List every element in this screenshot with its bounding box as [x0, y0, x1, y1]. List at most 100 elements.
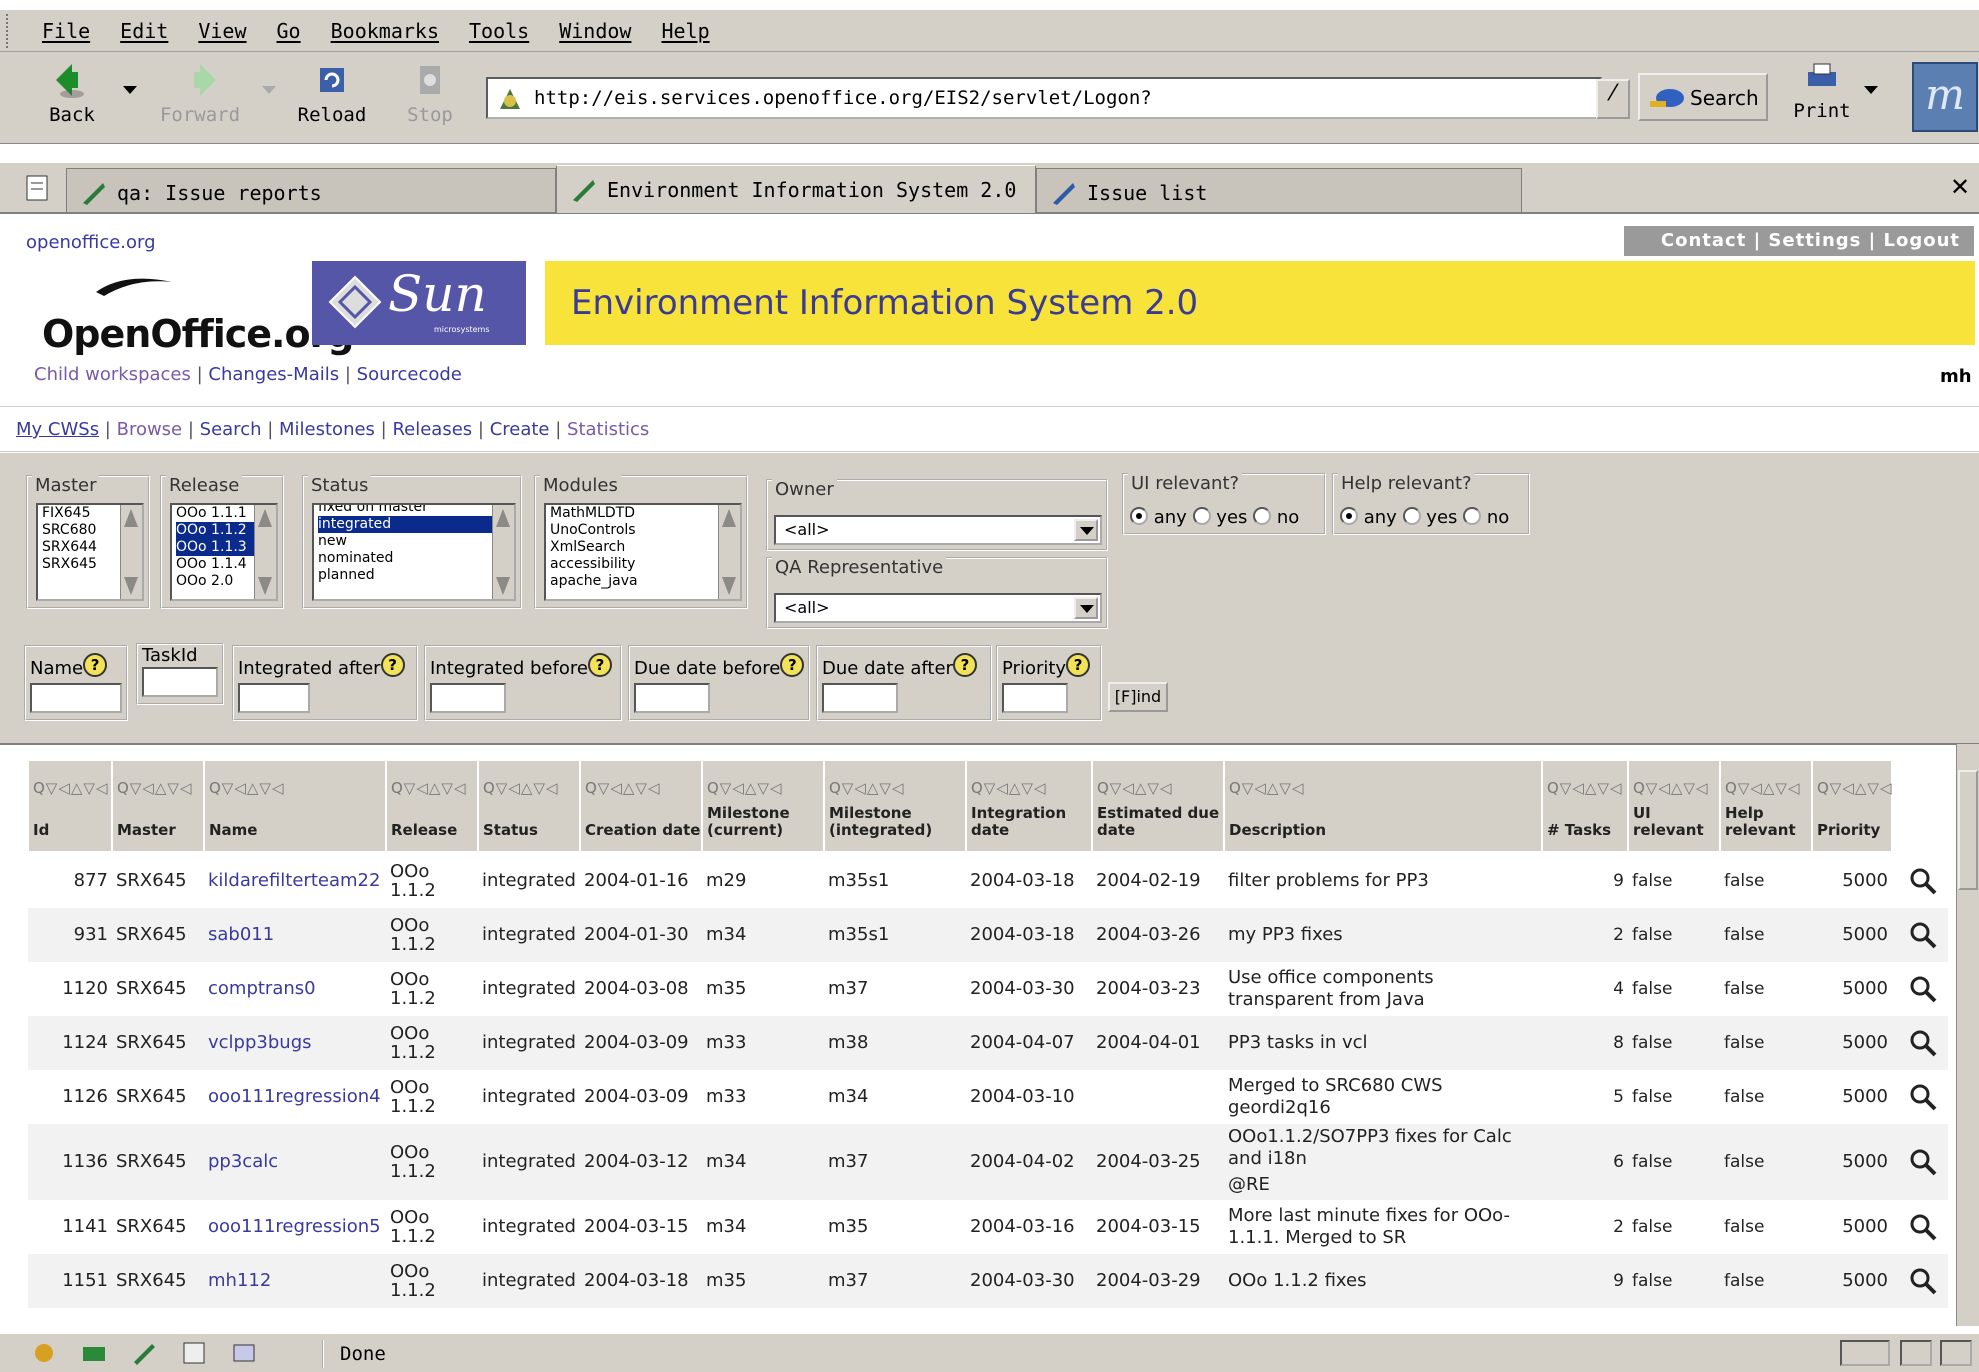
status-scrollbar[interactable] — [492, 505, 514, 599]
cell-name[interactable]: pp3calc — [208, 1151, 382, 1173]
sort-arrows-icon[interactable]: Q▽◁△▽◁ — [707, 779, 783, 797]
menu-file[interactable]: File — [42, 19, 90, 43]
name-input[interactable] — [30, 683, 122, 713]
taskid-input[interactable] — [142, 667, 218, 697]
help-icon[interactable]: ? — [1066, 653, 1091, 677]
list-item[interactable]: apache_java — [550, 573, 740, 590]
modules-scrollbar[interactable] — [718, 505, 740, 599]
integrated-before-input[interactable] — [430, 683, 506, 713]
view-details-magnifier-icon[interactable] — [1908, 1266, 1938, 1296]
reload-button[interactable]: Reload — [282, 60, 382, 126]
list-item[interactable]: XmlSearch — [550, 539, 740, 556]
menu-bookmarks[interactable]: Bookmarks — [331, 19, 439, 43]
sort-arrows-icon[interactable]: Q▽◁△▽◁ — [585, 779, 661, 797]
chevron-down-icon[interactable] — [1074, 519, 1098, 541]
sort-arrows-icon[interactable]: Q▽◁△▽◁ — [1229, 779, 1305, 797]
master-scrollbar[interactable] — [120, 505, 142, 599]
close-tab-icon[interactable]: ✕ — [1950, 173, 1970, 201]
chevron-down-icon[interactable] — [1074, 597, 1098, 619]
help-icon[interactable]: ? — [780, 653, 805, 677]
forward-button[interactable]: Forward — [150, 60, 250, 126]
sort-arrows-icon[interactable]: Q▽◁△▽◁ — [117, 779, 193, 797]
nav-my-cwss[interactable]: My CWSs — [16, 419, 99, 440]
cell-name[interactable]: vclpp3bugs — [208, 1032, 382, 1054]
chat-icon[interactable] — [230, 1340, 258, 1366]
view-details-magnifier-icon[interactable] — [1908, 974, 1938, 1004]
menu-view[interactable]: View — [198, 19, 246, 43]
print-button[interactable]: Print — [1782, 60, 1862, 122]
tab-environment-information-system[interactable]: Environment Information System 2.0 — [556, 165, 1036, 213]
nav-statistics[interactable]: Statistics — [567, 419, 649, 440]
cell-name[interactable]: ooo111regression4 — [208, 1086, 382, 1108]
forward-history-dropdown[interactable] — [262, 86, 276, 94]
search-button[interactable]: Search — [1638, 73, 1768, 121]
tab-issue-list[interactable]: Issue list — [1036, 168, 1522, 212]
list-item[interactable]: UnoControls — [550, 522, 740, 539]
site-url-link[interactable]: openoffice.org — [26, 232, 156, 253]
back-button[interactable]: Back — [22, 60, 122, 126]
navigator-icon[interactable] — [30, 1340, 58, 1366]
nav-create[interactable]: Create — [490, 419, 550, 440]
child-workspaces-link[interactable]: Child workspaces — [34, 364, 191, 385]
sort-arrows-icon[interactable]: Q▽◁△▽◁ — [1725, 779, 1801, 797]
nav-releases[interactable]: Releases — [392, 419, 472, 440]
help-relevant-no-radio[interactable] — [1463, 507, 1482, 525]
sort-arrows-icon[interactable]: Q▽◁△▽◁ — [483, 779, 559, 797]
cookie-icon[interactable] — [1940, 1340, 1972, 1366]
tab-qa-issue-reports[interactable]: qa: Issue reports — [66, 168, 556, 212]
top-links[interactable]: Contact | Settings | Logout — [1624, 226, 1974, 256]
sort-arrows-icon[interactable]: Q▽◁△▽◁ — [1547, 779, 1623, 797]
changes-mails-link[interactable]: Changes-Mails — [208, 364, 339, 385]
menu-go[interactable]: Go — [277, 19, 301, 43]
find-button[interactable]: [F]ind — [1108, 682, 1168, 712]
menubar-grip[interactable] — [6, 14, 14, 48]
help-icon[interactable]: ? — [83, 653, 108, 677]
cell-name[interactable]: mh112 — [208, 1270, 382, 1292]
cell-name[interactable]: comptrans0 — [208, 978, 382, 1000]
cell-name[interactable]: kildarefilterteam22 — [208, 870, 382, 892]
help-icon[interactable]: ? — [587, 653, 612, 677]
nav-search[interactable]: Search — [200, 419, 262, 440]
nav-browse[interactable]: Browse — [117, 419, 183, 440]
sort-arrows-icon[interactable]: Q▽◁△▽◁ — [1817, 779, 1893, 797]
ui-relevant-no-radio[interactable] — [1253, 507, 1272, 525]
cell-name[interactable]: sab011 — [208, 924, 382, 946]
url-dropdown-button[interactable]: ⁄ — [1596, 79, 1630, 119]
online-status-icon[interactable] — [1840, 1340, 1890, 1366]
view-details-magnifier-icon[interactable] — [1908, 866, 1938, 896]
cell-name[interactable]: ooo111regression5 — [208, 1216, 382, 1238]
view-details-magnifier-icon[interactable] — [1908, 1212, 1938, 1242]
help-icon[interactable]: ? — [952, 653, 977, 677]
address-book-icon[interactable] — [180, 1340, 208, 1366]
sort-arrows-icon[interactable]: Q▽◁△▽◁ — [971, 779, 1047, 797]
help-relevant-yes-radio[interactable] — [1402, 507, 1421, 525]
security-icon[interactable] — [1900, 1340, 1932, 1366]
menu-help[interactable]: Help — [661, 19, 709, 43]
sourcecode-link[interactable]: Sourcecode — [357, 364, 462, 385]
master-listbox[interactable]: FIX645 SRC680 SRX644 SRX645 — [36, 503, 144, 601]
view-details-magnifier-icon[interactable] — [1908, 1147, 1938, 1177]
ui-relevant-yes-radio[interactable] — [1192, 507, 1211, 525]
help-relevant-any-radio[interactable] — [1340, 507, 1358, 525]
sort-arrows-icon[interactable]: Q▽◁△▽◁ — [391, 779, 467, 797]
menu-edit[interactable]: Edit — [120, 19, 168, 43]
list-item[interactable]: planned — [318, 567, 514, 584]
composer-icon[interactable] — [130, 1340, 158, 1366]
list-item[interactable]: fixed on master — [318, 505, 514, 516]
scrollbar-thumb[interactable] — [1958, 770, 1978, 890]
integrated-after-input[interactable] — [238, 683, 310, 713]
due-date-before-input[interactable] — [634, 683, 710, 713]
sort-arrows-icon[interactable]: Q▽◁△▽◁ — [1097, 779, 1173, 797]
menu-tools[interactable]: Tools — [469, 19, 529, 43]
url-input[interactable]: http://eis.services.openoffice.org/EIS2/… — [486, 77, 1602, 119]
stop-button[interactable]: Stop — [380, 60, 480, 126]
modules-listbox[interactable]: MathMLDTD UnoControls XmlSearch accessib… — [544, 503, 742, 601]
sort-arrows-icon[interactable]: Q▽◁△▽◁ — [829, 779, 905, 797]
release-scrollbar[interactable] — [254, 505, 276, 599]
list-item[interactable]: new — [318, 533, 514, 550]
ui-relevant-any-radio[interactable] — [1130, 507, 1148, 525]
print-dropdown[interactable] — [1864, 86, 1878, 94]
new-tab-icon[interactable] — [24, 173, 50, 203]
list-item[interactable]: MathMLDTD — [550, 505, 740, 522]
qa-representative-select[interactable]: <all> — [774, 593, 1102, 623]
